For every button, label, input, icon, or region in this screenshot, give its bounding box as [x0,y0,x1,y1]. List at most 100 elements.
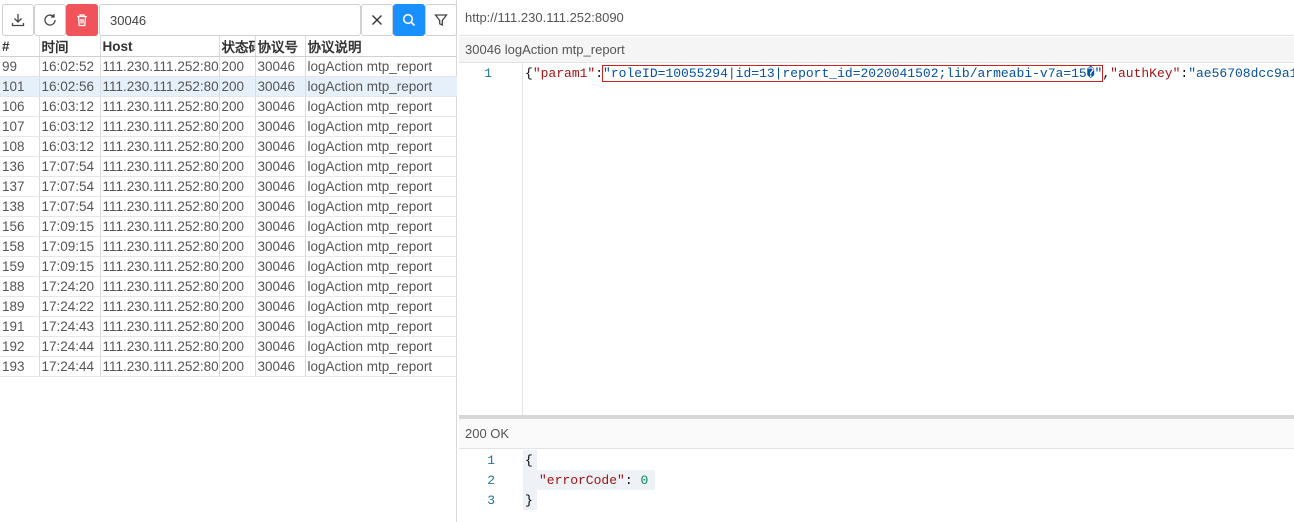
cell-host: 111.230.111.252:8090 [100,116,220,137]
column-header-protocol-id[interactable]: 协议号 [255,36,306,57]
cell-protocol-id: 30046 [255,276,306,297]
request-title: 30046 logAction mtp_report [459,37,1294,63]
table-row[interactable]: 10616:03:12111.230.111.252:809020030046l… [0,96,457,117]
cell-status: 200 [219,216,256,237]
cell-protocol-id: 30046 [255,176,306,197]
code-line: "errorCode": 0 [539,473,648,488]
cell-protocol-id: 30046 [255,316,306,337]
cell-status: 200 [219,156,256,177]
cell-time: 17:24:20 [39,276,101,297]
cell-status: 200 [219,56,256,77]
json-value-authkey: "ae56708dcc9a1e [1188,66,1294,81]
cell-host: 111.230.111.252:8090 [100,256,220,277]
cell-protocol-desc: logAction mtp_report [305,116,457,137]
cell-status: 200 [219,316,256,337]
request-url: http://111.230.111.252:8090 [459,0,1294,36]
cell-host: 111.230.111.252:8090 [100,316,220,337]
column-header-host[interactable]: Host [100,36,220,57]
cell-protocol-id: 30046 [255,136,306,157]
json-value-param1[interactable]: "roleID=10055294|id=13|report_id=2020041… [602,65,1104,82]
cell-protocol-desc: logAction mtp_report [305,136,457,157]
cell-protocol-id: 30046 [255,196,306,217]
cell-host: 111.230.111.252:8090 [100,156,220,177]
request-list-panel: # 时间 Host 状态码 协议号 协议说明 9916:02:52111.230… [0,0,457,522]
filter-button[interactable] [425,4,457,36]
cell-protocol-id: 30046 [255,76,306,97]
table-row[interactable]: 9916:02:52111.230.111.252:809020030046lo… [0,56,457,77]
cell-host: 111.230.111.252:8090 [100,216,220,237]
cell-host: 111.230.111.252:8090 [100,296,220,317]
cell-time: 17:09:15 [39,256,101,277]
cell-index: 158 [0,236,40,257]
cell-time: 17:07:54 [39,156,101,177]
download-button[interactable] [2,4,34,36]
cell-protocol-id: 30046 [255,256,306,277]
cell-index: 136 [0,156,40,177]
delete-button[interactable] [66,4,98,36]
cell-index: 99 [0,56,40,77]
column-header-index[interactable]: # [0,36,40,57]
cell-host: 111.230.111.252:8090 [100,76,220,97]
cell-time: 17:09:15 [39,216,101,237]
table-row[interactable]: 10116:02:56111.230.111.252:809020030046l… [0,76,457,97]
cell-protocol-desc: logAction mtp_report [305,296,457,317]
cell-status: 200 [219,176,256,197]
colon: : [595,66,604,81]
table-row[interactable]: 13817:07:54111.230.111.252:809020030046l… [0,196,457,217]
clear-search-button[interactable] [361,4,393,36]
cell-protocol-desc: logAction mtp_report [305,76,457,97]
cell-protocol-id: 30046 [255,236,306,257]
cell-status: 200 [219,336,256,357]
column-header-protocol-desc[interactable]: 协议说明 [305,36,457,57]
cell-index: 101 [0,76,40,97]
json-value-errorcode: 0 [640,473,649,488]
column-header-time[interactable]: 时间 [39,36,101,57]
table-row[interactable]: 19117:24:43111.230.111.252:809020030046l… [0,316,457,337]
cell-protocol-desc: logAction mtp_report [305,316,457,337]
cell-status: 200 [219,136,256,157]
cell-index: 193 [0,356,40,377]
cell-status: 200 [219,236,256,257]
code-line: { [525,453,533,468]
table-row[interactable]: 19217:24:44111.230.111.252:809020030046l… [0,336,457,357]
table-row[interactable]: 13617:07:54111.230.111.252:809020030046l… [0,156,457,177]
cell-time: 17:24:44 [39,356,101,377]
search-button[interactable] [393,4,425,36]
brace-open: { [525,66,533,81]
line-number: 1 [484,66,492,81]
column-header-status[interactable]: 状态码 [219,36,256,57]
cell-time: 17:24:43 [39,316,101,337]
table-row[interactable]: 18917:24:22111.230.111.252:809020030046l… [0,296,457,317]
request-body-editor[interactable]: 1 {"param1":"roleID=10055294|id=13|repor… [459,63,1294,415]
table-row[interactable]: 19317:24:44111.230.111.252:809020030046l… [0,356,457,377]
cell-protocol-desc: logAction mtp_report [305,336,457,357]
line-number: 2 [487,473,495,488]
table-row[interactable]: 10816:03:12111.230.111.252:809020030046l… [0,136,457,157]
table-row[interactable]: 15917:09:15111.230.111.252:809020030046l… [0,256,457,277]
cell-host: 111.230.111.252:8090 [100,176,220,197]
filter-icon [434,14,448,27]
table-row[interactable]: 18817:24:20111.230.111.252:809020030046l… [0,276,457,297]
table-row[interactable]: 15817:09:15111.230.111.252:809020030046l… [0,236,457,257]
cell-time: 16:02:56 [39,76,101,97]
table-row[interactable]: 13717:07:54111.230.111.252:809020030046l… [0,176,457,197]
cell-protocol-desc: logAction mtp_report [305,356,457,377]
line-gutter: 1 [459,63,523,415]
json-key-param1: "param1" [532,66,596,81]
table-row[interactable]: 15617:09:15111.230.111.252:809020030046l… [0,216,457,237]
cell-protocol-desc: logAction mtp_report [305,96,457,117]
cell-host: 111.230.111.252:8090 [100,96,220,117]
cell-protocol-desc: logAction mtp_report [305,156,457,177]
cell-status: 200 [219,96,256,117]
cell-host: 111.230.111.252:8090 [100,336,220,357]
refresh-button[interactable] [34,4,66,36]
cell-status: 200 [219,196,256,217]
code-line: } [525,493,533,508]
cell-time: 16:02:52 [39,56,101,77]
cell-protocol-desc: logAction mtp_report [305,216,457,237]
table-row[interactable]: 10716:03:12111.230.111.252:809020030046l… [0,116,457,137]
response-body-editor[interactable]: 1 2 3 { "errorCode": 0 } [459,450,1294,522]
cell-index: 137 [0,176,40,197]
search-input[interactable] [99,4,361,36]
cell-protocol-id: 30046 [255,96,306,117]
